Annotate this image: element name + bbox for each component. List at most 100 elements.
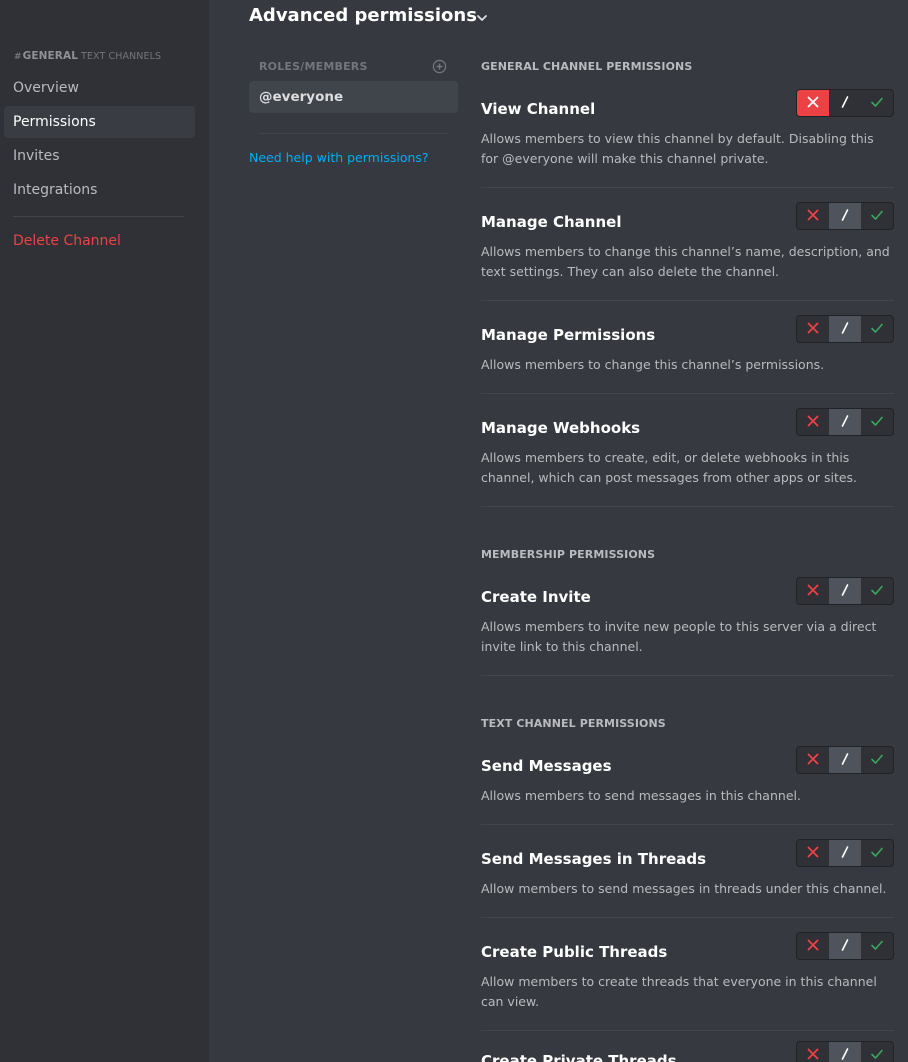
- neutral-button[interactable]: [829, 747, 861, 773]
- permission-divider: [481, 506, 894, 507]
- slash-icon: [839, 94, 851, 113]
- delete-channel-button[interactable]: Delete Channel: [4, 225, 195, 257]
- neutral-button[interactable]: [829, 578, 861, 604]
- allow-button[interactable]: [861, 203, 893, 229]
- neutral-button[interactable]: [829, 933, 861, 959]
- neutral-button[interactable]: [829, 409, 861, 435]
- permission-divider: [481, 824, 894, 825]
- sidebar-divider: [13, 216, 184, 217]
- allow-button[interactable]: [861, 840, 893, 866]
- allow-button[interactable]: [861, 933, 893, 959]
- permission-divider: [481, 1030, 894, 1031]
- permission-toggle[interactable]: [796, 932, 894, 960]
- deny-button[interactable]: [797, 90, 829, 116]
- allow-button[interactable]: [861, 747, 893, 773]
- permission-toggle[interactable]: [796, 315, 894, 343]
- x-icon: [806, 94, 820, 113]
- x-icon: [806, 320, 820, 339]
- deny-button[interactable]: [797, 933, 829, 959]
- allow-button[interactable]: [861, 1042, 893, 1062]
- slash-icon: [839, 1046, 851, 1062]
- permission-name: Create Public Threads: [481, 943, 668, 961]
- slash-icon: [839, 844, 851, 863]
- check-icon: [870, 1046, 884, 1062]
- deny-button[interactable]: [797, 747, 829, 773]
- x-icon: [806, 582, 820, 601]
- deny-button[interactable]: [797, 840, 829, 866]
- permission-description: Allows members to send messages in this …: [481, 788, 801, 803]
- check-icon: [870, 582, 884, 601]
- roles-divider: [259, 133, 448, 134]
- allow-button[interactable]: [861, 90, 893, 116]
- roles-members-header: ROLES/MEMBERS: [259, 60, 368, 73]
- x-icon: [806, 207, 820, 226]
- deny-button[interactable]: [797, 316, 829, 342]
- add-role-icon[interactable]: [432, 59, 447, 74]
- permission-divider: [481, 187, 894, 188]
- sidebar-item-permissions[interactable]: Permissions: [4, 106, 195, 138]
- x-icon: [806, 751, 820, 770]
- permission-toggle[interactable]: [796, 202, 894, 230]
- section-title: GENERAL CHANNEL PERMISSIONS: [481, 60, 693, 73]
- x-icon: [806, 937, 820, 956]
- check-icon: [870, 94, 884, 113]
- permission-divider: [481, 393, 894, 394]
- permission-name: Create Private Threads: [481, 1052, 677, 1062]
- permission-divider: [481, 675, 894, 676]
- permission-description: Allows members to create, edit, or delet…: [481, 450, 858, 485]
- permission-description: Allows members to change this channel’s …: [481, 244, 890, 279]
- x-icon: [806, 1046, 820, 1062]
- slash-icon: [839, 582, 851, 601]
- permission-toggle[interactable]: [796, 408, 894, 436]
- permission-toggle[interactable]: [796, 577, 894, 605]
- permission-description: Allow members to send messages in thread…: [481, 881, 887, 896]
- permission-toggle[interactable]: [796, 839, 894, 867]
- help-link[interactable]: Need help with permissions?: [249, 150, 429, 165]
- slash-icon: [839, 413, 851, 432]
- deny-button[interactable]: [797, 203, 829, 229]
- permission-name: View Channel: [481, 100, 596, 118]
- neutral-button[interactable]: [829, 203, 861, 229]
- permission-name: Manage Permissions: [481, 326, 656, 344]
- check-icon: [870, 844, 884, 863]
- permission-toggle[interactable]: [796, 1041, 894, 1062]
- permission-name: Send Messages: [481, 757, 612, 775]
- deny-button[interactable]: [797, 409, 829, 435]
- check-icon: [870, 320, 884, 339]
- allow-button[interactable]: [861, 316, 893, 342]
- neutral-button[interactable]: [829, 1042, 861, 1062]
- permission-name: Manage Channel: [481, 213, 622, 231]
- neutral-button[interactable]: [829, 840, 861, 866]
- x-icon: [806, 844, 820, 863]
- check-icon: [870, 937, 884, 956]
- check-icon: [870, 413, 884, 432]
- slash-icon: [839, 937, 851, 956]
- deny-button[interactable]: [797, 578, 829, 604]
- sidebar-item-integrations[interactable]: Integrations: [4, 174, 195, 206]
- permission-description: Allows members to view this channel by d…: [481, 131, 874, 166]
- page-title: Advanced permissions: [249, 5, 477, 26]
- permission-name: Send Messages in Threads: [481, 850, 707, 868]
- neutral-button[interactable]: [829, 316, 861, 342]
- permission-description: Allows members to invite new people to t…: [481, 619, 877, 654]
- channel-name: GENERAL: [22, 50, 79, 62]
- permission-description: Allow members to create threads that eve…: [481, 974, 877, 1009]
- check-icon: [870, 207, 884, 226]
- allow-button[interactable]: [861, 578, 893, 604]
- section-title: MEMBERSHIP PERMISSIONS: [481, 548, 656, 561]
- permission-name: Create Invite: [481, 588, 591, 606]
- slash-icon: [839, 320, 851, 339]
- neutral-button[interactable]: [829, 90, 861, 116]
- chevron-down-icon[interactable]: [474, 10, 490, 26]
- sidebar-item-overview[interactable]: Overview: [4, 72, 195, 104]
- permission-description: Allows members to change this channel’s …: [481, 357, 825, 372]
- role-everyone[interactable]: @everyone: [249, 81, 458, 113]
- settings-sidebar: #GENERAL TEXT CHANNELS Overview Permissio…: [0, 0, 209, 1062]
- permission-toggle[interactable]: [796, 746, 894, 774]
- x-icon: [806, 413, 820, 432]
- channel-category: TEXT CHANNELS: [81, 51, 162, 62]
- deny-button[interactable]: [797, 1042, 829, 1062]
- sidebar-item-invites[interactable]: Invites: [4, 140, 195, 172]
- permission-toggle[interactable]: [796, 89, 894, 117]
- allow-button[interactable]: [861, 409, 893, 435]
